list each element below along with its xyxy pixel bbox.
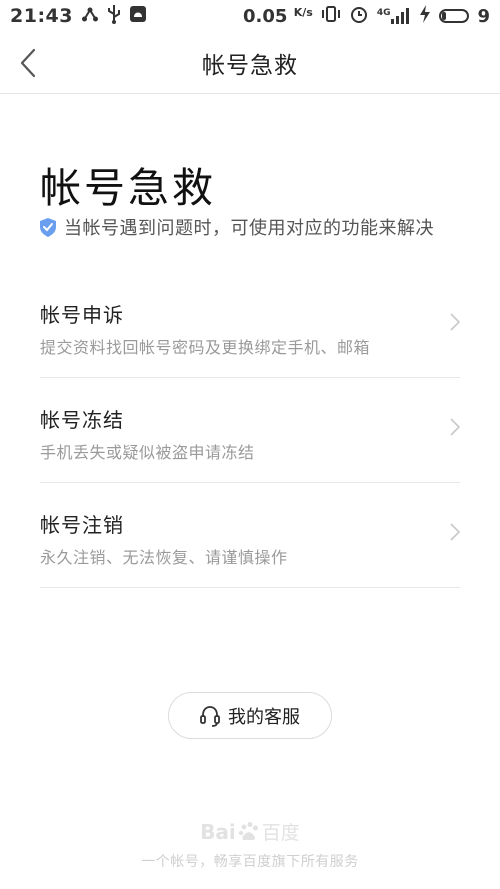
paw-icon bbox=[238, 821, 258, 840]
notification-app-icon bbox=[129, 5, 147, 27]
battery-level: 9 bbox=[477, 5, 490, 27]
vibrate-icon bbox=[321, 5, 341, 27]
page-title: 帐号急救 bbox=[40, 164, 216, 212]
rescue-options-list: 帐号申诉 提交资料找回帐号密码及更换绑定手机、邮箱 帐号冻结 手机丢失或疑似被盗… bbox=[40, 273, 460, 588]
logo-text: Bai bbox=[200, 819, 236, 844]
option-description: 永久注销、无法恢复、请谨慎操作 bbox=[40, 548, 288, 567]
battery-icon bbox=[439, 9, 470, 23]
network-type-label: 4G bbox=[376, 8, 391, 18]
status-bar-right: 0.05 K/s 4G 9 bbox=[243, 4, 490, 28]
network-speed: 0.05 K/s bbox=[243, 6, 313, 27]
nav-bar: 帐号急救 bbox=[0, 32, 500, 94]
option-account-cancel[interactable]: 帐号注销 永久注销、无法恢复、请谨慎操作 bbox=[40, 483, 460, 588]
usb-icon bbox=[107, 4, 121, 28]
alarm-icon bbox=[349, 4, 369, 28]
status-bar: 21:43 0.05 K/s 4G 9 bbox=[0, 0, 500, 32]
headset-icon bbox=[200, 705, 220, 727]
signal-icon: 4G bbox=[377, 8, 412, 24]
page-subtitle: 当帐号遇到问题时，可使用对应的功能来解决 bbox=[64, 218, 434, 239]
option-label: 帐号冻结 bbox=[40, 408, 124, 432]
nav-title: 帐号急救 bbox=[202, 52, 298, 79]
chevron-right-icon bbox=[450, 523, 460, 541]
chevron-right-icon bbox=[450, 418, 460, 436]
option-label: 帐号注销 bbox=[40, 513, 124, 537]
logo-text-cn: 百度 bbox=[261, 822, 300, 844]
status-time: 21:43 bbox=[10, 5, 73, 27]
option-label: 帐号申诉 bbox=[40, 303, 124, 327]
baidu-logo: Bai 百度 bbox=[0, 818, 500, 845]
option-description: 手机丢失或疑似被盗申请冻结 bbox=[40, 443, 255, 462]
back-button[interactable] bbox=[12, 46, 44, 80]
my-customer-service-button[interactable]: 我的客服 bbox=[168, 692, 332, 739]
subtitle-row: 当帐号遇到问题时，可使用对应的功能来解决 bbox=[40, 214, 434, 240]
option-account-freeze[interactable]: 帐号冻结 手机丢失或疑似被盗申请冻结 bbox=[40, 378, 460, 483]
service-button-label: 我的客服 bbox=[228, 706, 300, 728]
network-speed-value: 0.05 bbox=[243, 5, 288, 27]
chevron-right-icon bbox=[450, 313, 460, 331]
chevron-left-icon bbox=[20, 48, 36, 78]
charging-icon bbox=[419, 5, 431, 27]
status-bar-left: 21:43 bbox=[10, 4, 147, 28]
share-icon bbox=[81, 5, 99, 27]
shield-icon bbox=[40, 217, 56, 237]
option-account-appeal[interactable]: 帐号申诉 提交资料找回帐号密码及更换绑定手机、邮箱 bbox=[40, 273, 460, 378]
network-speed-unit: K/s bbox=[293, 5, 313, 19]
footer-text: 一个帐号，畅享百度旗下所有服务 bbox=[141, 854, 359, 870]
option-description: 提交资料找回帐号密码及更换绑定手机、邮箱 bbox=[40, 338, 371, 357]
